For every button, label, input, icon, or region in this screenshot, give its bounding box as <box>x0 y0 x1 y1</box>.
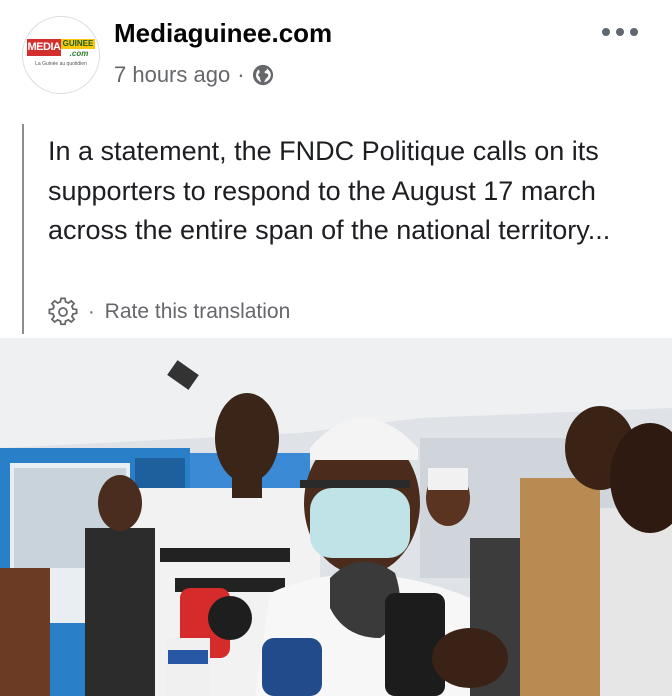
rate-translation-link[interactable]: Rate this translation <box>105 300 291 324</box>
photo-image <box>0 338 672 696</box>
logo-tagline: La Guinée au quotidien <box>35 61 87 67</box>
logo-guinee-text: GUINEE <box>61 39 95 49</box>
post-meta: 7 hours ago · <box>114 60 274 90</box>
translated-post-text: In a statement, the FNDC Politique calls… <box>22 124 652 334</box>
post-body-text: In a statement, the FNDC Politique calls… <box>48 136 611 245</box>
post-header: MEDIA GUINEE .com La Guinée au quotidien… <box>0 0 672 112</box>
meta-separator: · <box>237 62 245 87</box>
page-avatar[interactable]: MEDIA GUINEE .com La Guinée au quotidien <box>22 16 100 94</box>
post-timestamp[interactable]: 7 hours ago <box>114 62 230 88</box>
globe-icon[interactable] <box>252 64 274 86</box>
more-dot <box>616 28 624 36</box>
page-name-link[interactable]: Mediaguinee.com <box>114 18 332 49</box>
post-photo[interactable] <box>0 338 672 696</box>
translation-rating-row: · Rate this translation <box>48 296 290 328</box>
more-dot <box>602 28 610 36</box>
rate-separator: · <box>88 300 95 323</box>
gear-icon[interactable] <box>48 297 78 327</box>
logo-com-text: .com <box>69 49 89 58</box>
more-options-button[interactable] <box>596 18 644 46</box>
logo-media-text: MEDIA <box>27 39 61 56</box>
more-dot <box>630 28 638 36</box>
